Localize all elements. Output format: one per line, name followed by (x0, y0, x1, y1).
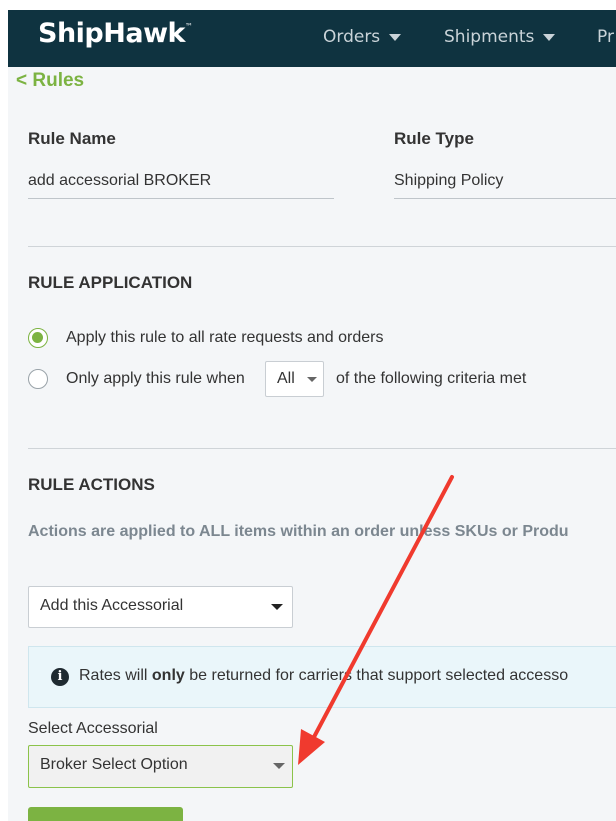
caret-down-icon (307, 377, 317, 382)
chevron-down-icon (543, 33, 556, 41)
select-accessorial-label: Select Accessorial (28, 720, 158, 737)
info-notice-text: Rates will only be returned for carriers… (79, 667, 569, 684)
action-type-value: Add this Accessorial (40, 597, 184, 614)
accessorial-select[interactable]: Broker Select Option (28, 745, 293, 788)
info-notice: i Rates will only be returned for carrie… (28, 646, 616, 708)
back-to-rules-link[interactable]: < Rules (16, 70, 84, 92)
info-circle-icon: i (51, 668, 69, 686)
nav-orders-label: Orders (323, 27, 381, 47)
rule-type-label: Rule Type (394, 129, 474, 148)
radio-apply-conditional-label[interactable]: Only apply this rule when (66, 370, 245, 388)
criteria-match-value: All (277, 370, 295, 387)
criteria-match-select[interactable]: All (265, 361, 324, 397)
nav-products[interactable]: Pr (597, 27, 614, 47)
chevron-down-icon (389, 33, 402, 41)
add-action-button[interactable] (28, 807, 183, 821)
caret-down-icon (271, 604, 283, 610)
rule-name-label: Rule Name (28, 129, 116, 148)
radio-apply-all-label[interactable]: Apply this rule to all rate requests and… (66, 329, 384, 347)
rule-actions-title: RULE ACTIONS (28, 475, 155, 494)
rule-name-input[interactable]: add accessorial BROKER (28, 172, 334, 199)
rule-application-title: RULE APPLICATION (28, 273, 193, 292)
radio-apply-all[interactable] (28, 328, 48, 348)
section-divider (28, 448, 616, 449)
rule-actions-description: Actions are applied to ALL items within … (28, 523, 569, 540)
top-navbar: ShipHawk™ Orders Shipments Pr (8, 10, 616, 67)
radio-apply-conditional[interactable] (28, 369, 48, 389)
nav-products-label: Pr (597, 27, 614, 47)
shiphawk-logo[interactable]: ShipHawk™ (38, 18, 193, 49)
nav-shipments-label: Shipments (444, 27, 535, 47)
accessorial-value: Broker Select Option (40, 756, 188, 773)
criteria-suffix-text: of the following criteria met (336, 370, 527, 387)
section-divider (28, 246, 616, 247)
nav-orders[interactable]: Orders (323, 27, 402, 47)
caret-down-icon (273, 763, 285, 769)
action-type-select[interactable]: Add this Accessorial (28, 586, 293, 628)
nav-shipments[interactable]: Shipments (444, 27, 556, 47)
trademark-symbol: ™ (184, 22, 193, 31)
app-frame: ShipHawk™ Orders Shipments Pr < Rules Ru… (8, 10, 616, 821)
rule-type-field[interactable]: Shipping Policy (394, 172, 616, 199)
